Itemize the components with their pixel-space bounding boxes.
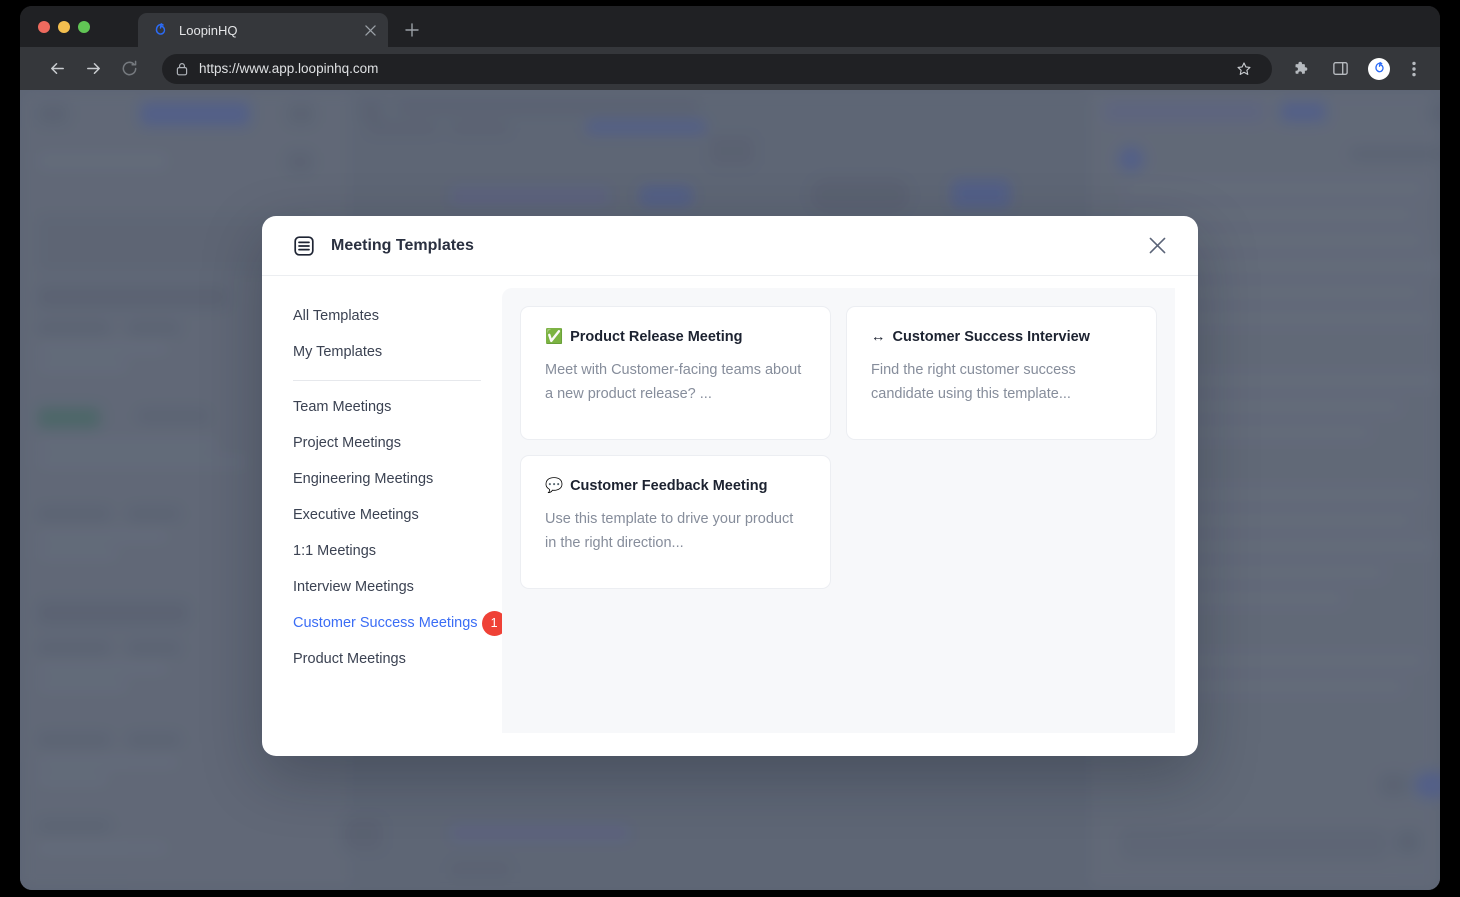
templates-sidebar: All Templates My Templates Team Meetings… bbox=[262, 276, 507, 756]
forward-icon[interactable] bbox=[78, 54, 108, 84]
template-description: Meet with Customer-facing teams about a … bbox=[545, 362, 802, 403]
template-title: Product Release Meeting bbox=[570, 329, 743, 345]
back-icon[interactable] bbox=[42, 54, 72, 84]
template-card-title-row: ✅ Product Release Meeting bbox=[545, 329, 806, 345]
sidebar-item-label: Team Meetings bbox=[293, 399, 392, 415]
page-viewport: Meeting Templates All Templates My Templ… bbox=[20, 90, 1440, 890]
side-panel-icon[interactable] bbox=[1326, 55, 1354, 83]
window-traffic-lights bbox=[34, 6, 96, 47]
sidebar-item-label: All Templates bbox=[293, 308, 379, 324]
sidebar-item-my-templates[interactable]: My Templates bbox=[293, 334, 502, 370]
sidebar-item-engineering-meetings[interactable]: Engineering Meetings bbox=[293, 461, 502, 497]
reload-icon[interactable] bbox=[114, 54, 144, 84]
close-icon[interactable] bbox=[1142, 231, 1172, 261]
sidebar-item-label: My Templates bbox=[293, 344, 383, 360]
templates-grid: ✅ Product Release Meeting Meet with Cust… bbox=[502, 288, 1175, 733]
maximize-window-button[interactable] bbox=[78, 20, 90, 33]
left-right-arrow-icon: ↔ bbox=[871, 328, 886, 345]
sidebar-item-label: Product Meetings bbox=[293, 651, 406, 667]
browser-tab[interactable]: LoopinHQ bbox=[138, 13, 388, 47]
sidebar-item-interview-meetings[interactable]: Interview Meetings bbox=[293, 569, 502, 605]
modal-header: Meeting Templates bbox=[262, 216, 1198, 276]
meeting-templates-modal: Meeting Templates All Templates My Templ… bbox=[262, 216, 1198, 756]
extensions-puzzle-icon[interactable] bbox=[1288, 55, 1316, 83]
new-tab-button[interactable] bbox=[398, 16, 426, 44]
modal-body: All Templates My Templates Team Meetings… bbox=[262, 276, 1198, 756]
browser-window: LoopinHQ https://www.app.loopinhq.com Me… bbox=[20, 6, 1440, 890]
template-card-product-release-meeting[interactable]: ✅ Product Release Meeting Meet with Cust… bbox=[520, 306, 831, 440]
sidebar-item-customer-success-meetings[interactable]: Customer Success Meetings 1 bbox=[293, 605, 507, 641]
sidebar-item-label: Project Meetings bbox=[293, 435, 401, 451]
close-tab-icon[interactable] bbox=[360, 20, 380, 40]
loopinhq-logo-icon bbox=[155, 22, 166, 35]
sidebar-item-label: 1:1 Meetings bbox=[293, 543, 377, 559]
template-card-title-row: 💬 Customer Feedback Meeting bbox=[545, 478, 806, 494]
sidebar-item-executive-meetings[interactable]: Executive Meetings bbox=[293, 497, 502, 533]
tab-strip: LoopinHQ bbox=[20, 6, 1440, 47]
template-title: Customer Feedback Meeting bbox=[570, 478, 768, 494]
sidebar-item-team-meetings[interactable]: Team Meetings bbox=[293, 389, 502, 425]
more-menu-icon[interactable] bbox=[1400, 55, 1428, 83]
document-list-icon bbox=[293, 235, 315, 257]
sidebar-item-label: Customer Success Meetings bbox=[293, 615, 478, 631]
page-title: Meeting Templates bbox=[331, 236, 474, 254]
template-card-customer-feedback-meeting[interactable]: 💬 Customer Feedback Meeting Use this tem… bbox=[520, 455, 831, 589]
template-description: Find the right customer success candidat… bbox=[871, 362, 1076, 403]
sidebar-item-product-meetings[interactable]: Product Meetings bbox=[293, 641, 502, 677]
address-bar-url: https://www.app.loopinhq.com bbox=[199, 61, 379, 76]
sidebar-item-project-meetings[interactable]: Project Meetings bbox=[293, 425, 502, 461]
address-bar[interactable]: https://www.app.loopinhq.com bbox=[162, 53, 1272, 84]
tab-title: LoopinHQ bbox=[179, 22, 238, 38]
sidebar-item-label: Executive Meetings bbox=[293, 507, 419, 523]
lock-icon bbox=[176, 62, 188, 76]
template-description: Use this template to drive your product … bbox=[545, 511, 794, 552]
template-title: Customer Success Interview bbox=[892, 329, 1090, 345]
browser-toolbar: https://www.app.loopinhq.com bbox=[20, 47, 1440, 90]
template-card-title-row: ↔ Customer Success Interview bbox=[871, 329, 1132, 345]
speech-balloon-icon: 💬 bbox=[545, 477, 564, 494]
profile-avatar[interactable] bbox=[1368, 57, 1390, 80]
close-window-button[interactable] bbox=[38, 20, 50, 33]
template-card-customer-success-interview[interactable]: ↔ Customer Success Interview Find the ri… bbox=[846, 306, 1157, 440]
star-icon[interactable] bbox=[1230, 55, 1258, 83]
sidebar-item-1-1-meetings[interactable]: 1:1 Meetings bbox=[293, 533, 502, 569]
check-mark-button-icon: ✅ bbox=[545, 328, 564, 345]
sidebar-item-label: Engineering Meetings bbox=[293, 471, 434, 487]
sidebar-item-all-templates[interactable]: All Templates bbox=[293, 298, 502, 334]
sidebar-item-label: Interview Meetings bbox=[293, 579, 414, 595]
sidebar-divider bbox=[293, 380, 481, 381]
minimize-window-button[interactable] bbox=[58, 20, 70, 33]
